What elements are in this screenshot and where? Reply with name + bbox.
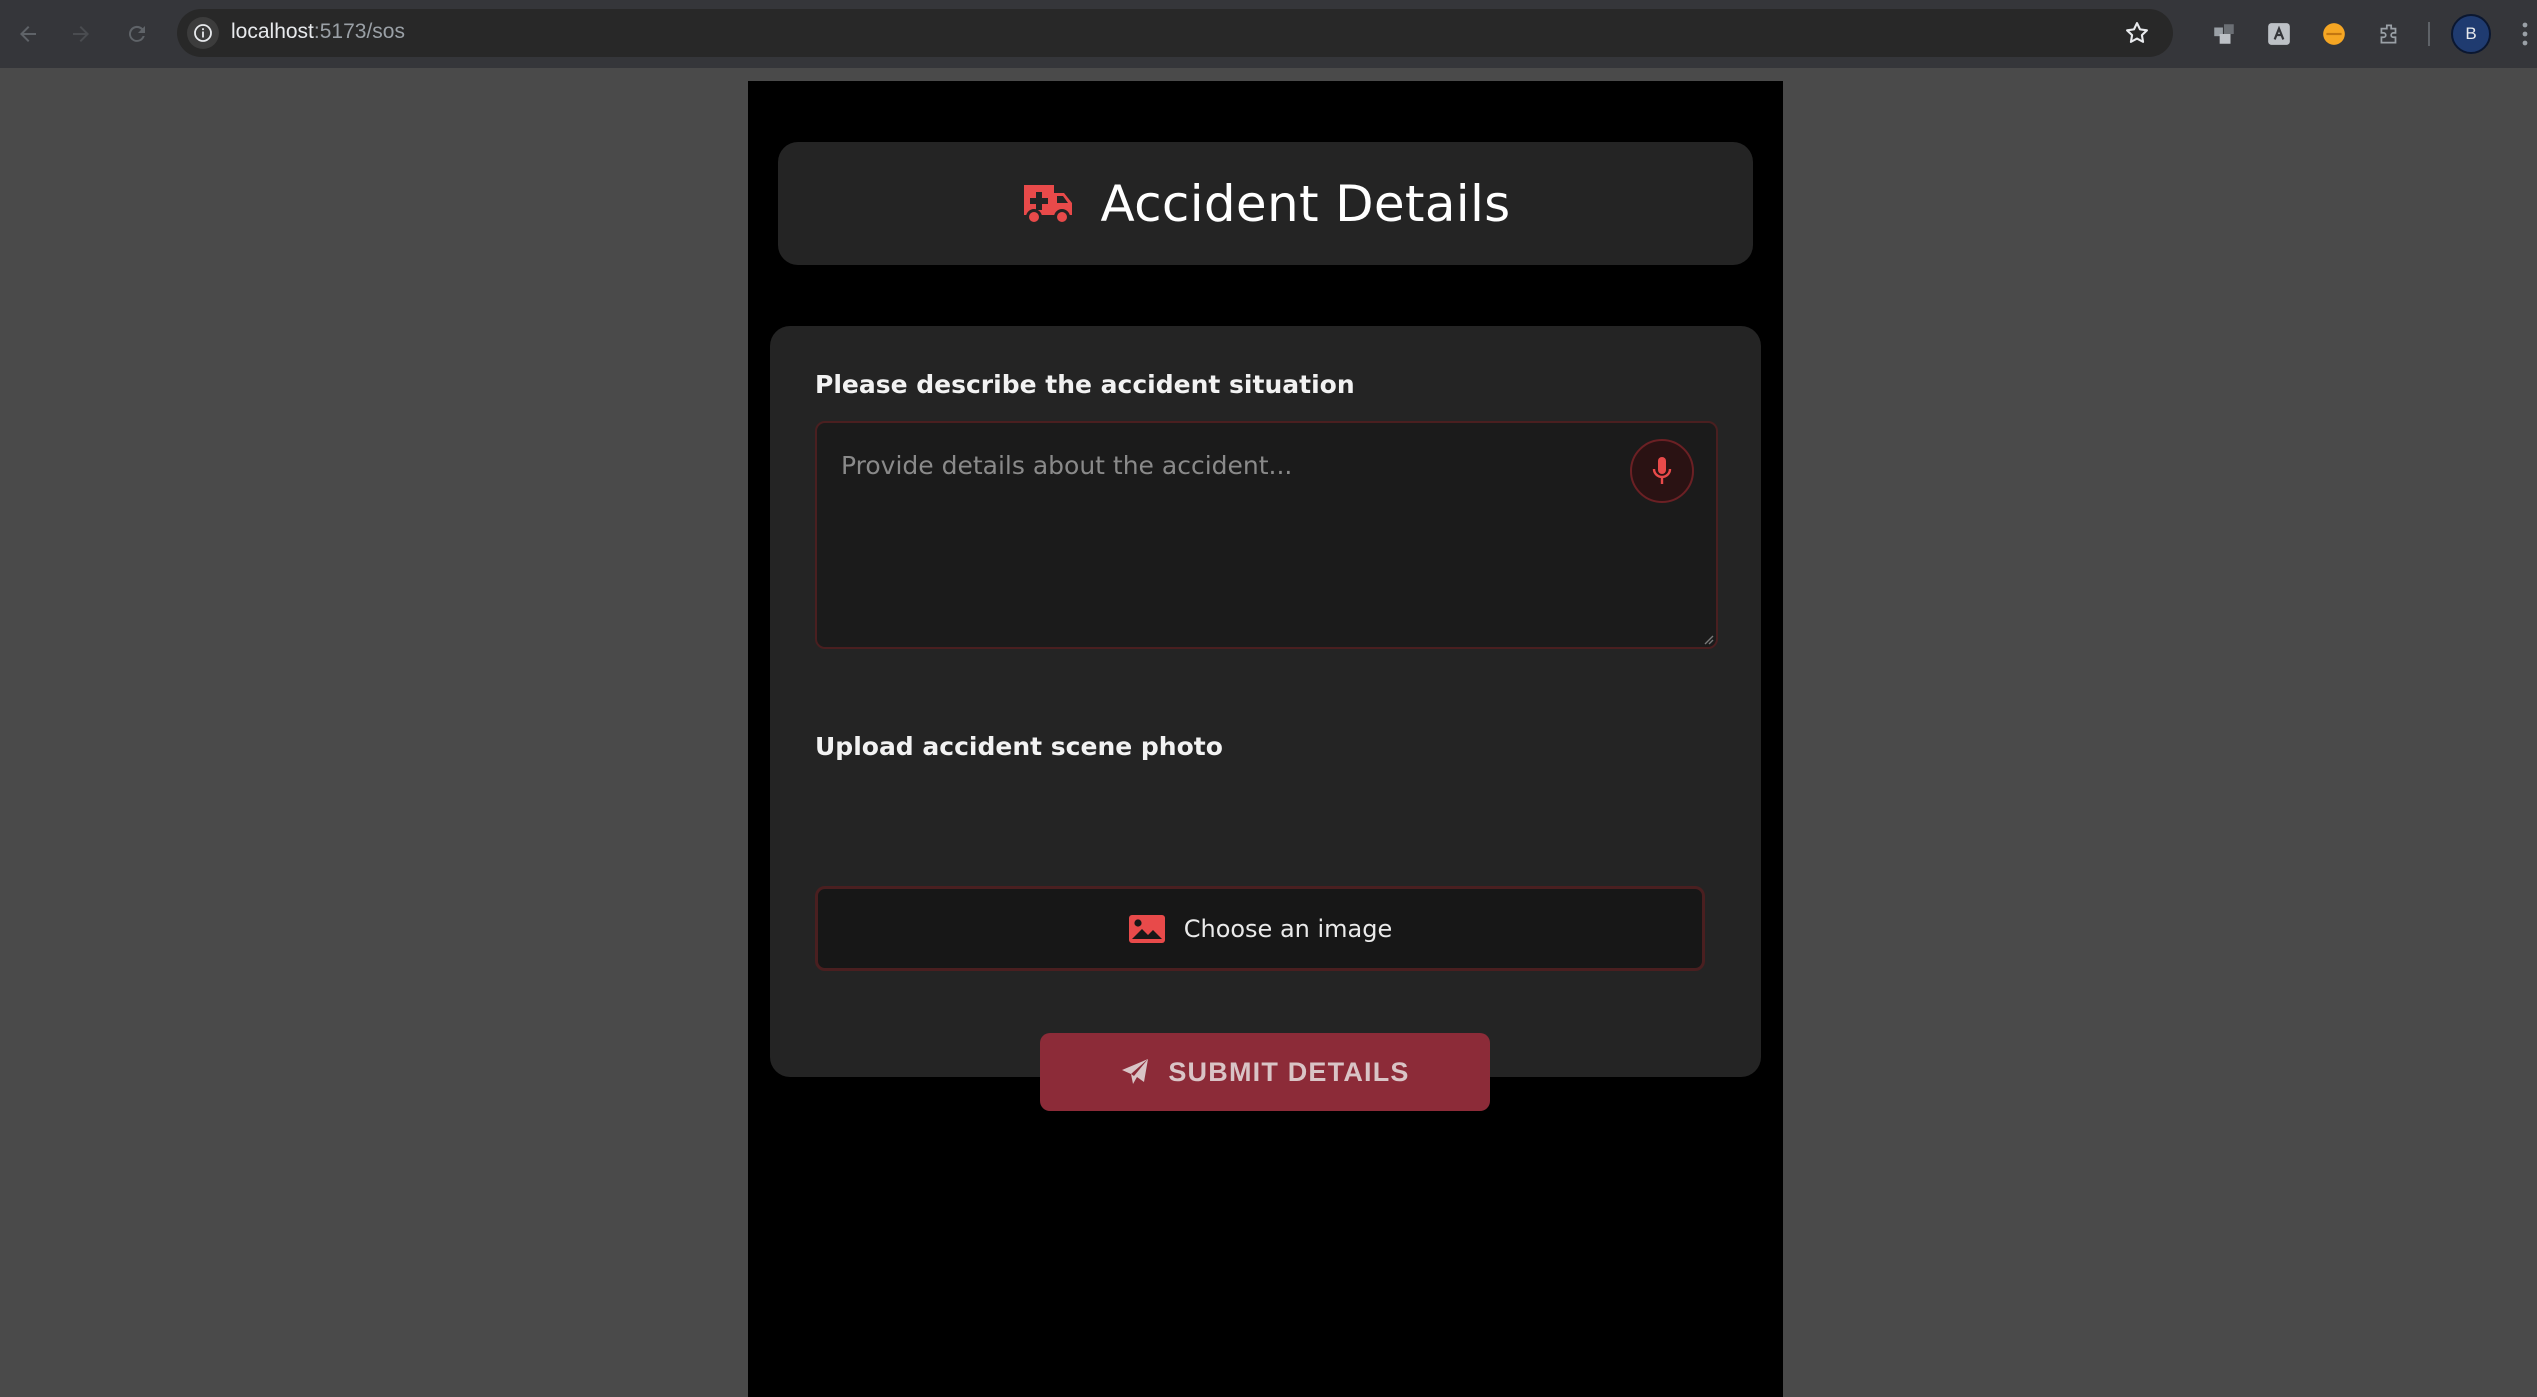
header-card: Accident Details bbox=[778, 142, 1753, 265]
choose-image-button[interactable]: Choose an image bbox=[815, 886, 1705, 971]
url-host: localhost bbox=[231, 20, 314, 43]
address-bar[interactable]: localhost:5173/sos bbox=[177, 9, 2173, 57]
choose-image-label: Choose an image bbox=[1183, 914, 1393, 943]
accident-form: Please describe the accident situation U… bbox=[770, 326, 1761, 1111]
app-viewport: Accident Details Please describe the acc… bbox=[748, 81, 1783, 1397]
browser-toolbar: localhost:5173/sos B bbox=[0, 0, 2537, 68]
toolbar-divider bbox=[2428, 22, 2430, 46]
resize-grip-icon[interactable] bbox=[1702, 633, 1714, 645]
reload-button[interactable] bbox=[119, 16, 155, 52]
description-textarea[interactable] bbox=[817, 423, 1716, 647]
forward-button[interactable] bbox=[63, 16, 99, 52]
url-path: :5173/sos bbox=[313, 20, 405, 43]
voice-input-button[interactable] bbox=[1630, 439, 1694, 503]
ambulance-icon bbox=[1024, 184, 1073, 225]
browser-menu-icon[interactable] bbox=[2518, 18, 2532, 50]
submit-button[interactable]: SUBMIT DETAILS bbox=[1040, 1033, 1490, 1111]
description-field-wrapper bbox=[815, 421, 1718, 649]
extension-puzzle-dark-icon[interactable] bbox=[2208, 18, 2240, 50]
upload-label: Upload accident scene photo bbox=[815, 732, 1223, 761]
profile-avatar[interactable]: B bbox=[2451, 14, 2491, 54]
url-text[interactable]: localhost:5173/sos bbox=[231, 20, 405, 44]
arrow-right-icon bbox=[73, 26, 89, 42]
arrow-left-icon bbox=[20, 26, 36, 42]
extension-orange-icon[interactable] bbox=[2318, 18, 2350, 50]
extension-translate-icon[interactable] bbox=[2263, 18, 2295, 50]
microphone-icon bbox=[1652, 457, 1672, 484]
site-info-icon[interactable] bbox=[187, 17, 219, 49]
page-title: Accident Details bbox=[1100, 174, 1511, 233]
description-label: Please describe the accident situation bbox=[815, 370, 1355, 399]
submit-label: SUBMIT DETAILS bbox=[1168, 1056, 1410, 1087]
reload-icon bbox=[128, 25, 145, 42]
paper-plane-icon bbox=[1122, 1059, 1149, 1084]
back-button[interactable] bbox=[10, 16, 46, 52]
extensions-menu-icon[interactable] bbox=[2373, 18, 2405, 50]
bookmark-star-icon[interactable] bbox=[2123, 19, 2151, 47]
image-icon bbox=[1128, 914, 1165, 943]
